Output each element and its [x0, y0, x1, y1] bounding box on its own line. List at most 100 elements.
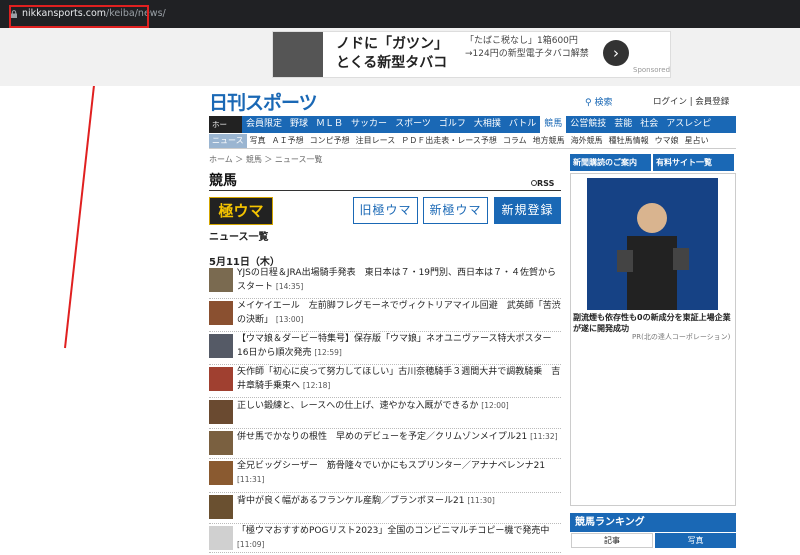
news-item[interactable]: 「極ウマおすすめPOGリスト2023」全国のコンビニマルチコピー機で発売中 [1… [209, 525, 561, 553]
news-headline[interactable]: 全兄ビッグシーザー 筋骨隆々でいかにもスプリンター／アナナベレンナ21 [11:… [237, 460, 561, 487]
news-item[interactable]: 正しい鍛練と、レースへの仕上げ、速やかな入厩ができるか [12:00] [209, 399, 561, 429]
news-thumbnail[interactable] [209, 526, 233, 550]
news-headline[interactable]: 【ウマ娘＆ダービー特集号】保存版「ウマ娘」ネオユニヴァース特大ポスター16日から… [237, 333, 561, 360]
news-item[interactable]: 併せ馬でかなりの根性 早めのデビューを予定／クリムゾンメイプル21 [11:32… [209, 430, 561, 459]
news-headline[interactable]: 「極ウマおすすめPOGリスト2023」全国のコンビニマルチコピー機で発売中 [1… [237, 525, 561, 552]
paid-sites-tab[interactable]: 有料サイト一覧 [653, 154, 734, 171]
news-title[interactable]: 正しい鍛練と、レースへの仕上げ、速やかな入厩ができるか [237, 401, 478, 411]
news-headline[interactable]: 背中が良く幅があるフランケル産駒／ブランボヌール21 [11:30] [237, 494, 561, 508]
news-title[interactable]: 背中が良く幅があるフランケル産駒／ブランボヌール21 [237, 496, 464, 506]
site-logo[interactable]: 日刊スポーツ [209, 88, 318, 115]
news-time: [12:18] [302, 381, 331, 390]
register-button[interactable]: 新規登録 [494, 197, 561, 224]
news-title[interactable]: 矢作師「初心に戻って努力してほしい」古川奈穂騎手３週間大井で調教騎乗 吉井章騎手… [237, 367, 560, 391]
side-tabs: 新聞購読のご案内 有料サイト一覧 [570, 154, 736, 171]
old-gokuuma-button[interactable]: 旧極ウマ [353, 197, 418, 224]
ad-subtitle[interactable]: 「たばこ税なし」1箱600円→124円の新型電子タバコ解禁 [465, 35, 595, 61]
news-time: [11:30] [467, 496, 495, 505]
nav-item[interactable]: 芸能 [610, 116, 636, 133]
news-item[interactable]: メイケイエール 左前脚フレグモーネでヴィクトリアマイル回避 武英師「苦渋の決断」… [209, 300, 561, 332]
nav-item[interactable]: サッカー [347, 116, 391, 133]
news-thumbnail[interactable] [209, 431, 233, 455]
nav-item[interactable]: アスレシピ [662, 116, 715, 133]
news-time: [13:00] [275, 315, 304, 324]
news-time: [11:09] [237, 540, 265, 549]
sponsored-label: Sponsored [633, 66, 671, 74]
news-headline[interactable]: 矢作師「初心に戻って努力してほしい」古川奈穂騎手３週間大井で調教騎乗 吉井章騎手… [237, 366, 561, 393]
login-link[interactable]: ログイン | 会員登録 [653, 95, 729, 107]
subnav-item[interactable]: 種牡馬情報 [606, 134, 652, 148]
news-thumbnail[interactable] [209, 268, 233, 292]
news-time: [11:32] [530, 432, 558, 441]
search-link[interactable]: ⚲ 検索 [585, 95, 612, 108]
news-title[interactable]: 全兄ビッグシーザー 筋骨隆々でいかにもスプリンター／アナナベレンナ21 [237, 461, 545, 471]
side-ad-image[interactable] [587, 178, 718, 310]
news-thumbnail[interactable] [209, 367, 233, 391]
new-gokuuma-button[interactable]: 新極ウマ [423, 197, 488, 224]
sub-nav: ニュース 写真 ＡＩ予想 コンピ予想 注目レース ＰＤＦ出走表・レース予想 コラム 地方競馬海… [209, 134, 736, 149]
title-divider [209, 190, 561, 191]
subnav-item[interactable]: 注目レース [353, 134, 399, 148]
url-highlight-box [9, 5, 149, 28]
search-label: 検索 [594, 98, 613, 108]
news-title[interactable]: 併せ馬でかなりの根性 早めのデビューを予定／クリムゾンメイプル21 [237, 432, 527, 442]
news-time: [12:59] [314, 348, 342, 357]
side-ad-caption[interactable]: 副流煙も依存性も0の新成分を東証上場企業が遂に開発成功 [573, 312, 733, 334]
nav-item[interactable]: スポーツ [391, 116, 435, 133]
news-time: [14:35] [275, 282, 304, 291]
rss-link[interactable]: RSS [537, 179, 554, 188]
news-thumbnail[interactable] [209, 495, 233, 519]
news-headline[interactable]: YJSの日程＆JRA出場騎手発表 東日本は７・19門別、西日本は７・４佐賀からス… [237, 267, 561, 294]
news-title[interactable]: 【ウマ娘＆ダービー特集号】保存版「ウマ娘」ネオユニヴァース特大ポスター16日から… [237, 334, 552, 358]
nav-item[interactable]: ホー [209, 116, 242, 133]
ad-arrow-button[interactable]: › [603, 40, 629, 66]
news-thumbnail[interactable] [209, 461, 233, 485]
main-nav: ホー 会員限定 野球 ＭＬＢ サッカー スポーツ ゴルフ 大相撲 バトル 競馬 公営競技 芸能 社会 アス… [209, 116, 736, 133]
news-headline[interactable]: 併せ馬でかなりの根性 早めのデビューを予定／クリムゾンメイプル21 [11:32… [237, 430, 561, 444]
list-title: ニュース一覧 [209, 232, 269, 243]
news-item[interactable]: YJSの日程＆JRA出場騎手発表 東日本は７・19門別、西日本は７・４佐賀からス… [209, 267, 561, 299]
subnav-item[interactable]: ニュース [209, 134, 247, 148]
subnav-item[interactable]: 写真 [247, 134, 269, 148]
nav-item[interactable]: 会員限定 [242, 116, 286, 133]
subnav-item[interactable]: コラム [500, 134, 530, 148]
subnav-item[interactable]: 海外競馬 [568, 134, 606, 148]
date-heading: 5月11日（木） [209, 257, 280, 268]
news-item[interactable]: 全兄ビッグシーザー 筋骨隆々でいかにもスプリンター／アナナベレンナ21 [11:… [209, 460, 561, 493]
news-item[interactable]: 背中が良く幅があるフランケル産駒／ブランボヌール21 [11:30] [209, 494, 561, 524]
news-headline[interactable]: メイケイエール 左前脚フレグモーネでヴィクトリアマイル回避 武英師「苦渋の決断」… [237, 300, 561, 327]
subnav-item[interactable]: 地方競馬 [530, 134, 568, 148]
news-thumbnail[interactable] [209, 334, 233, 358]
breadcrumb[interactable]: ホーム ＞ 競馬 ＞ ニュース一覧 [209, 154, 323, 165]
news-headline[interactable]: 正しい鍛練と、レースへの仕上げ、速やかな入厩ができるか [12:00] [237, 399, 561, 413]
nav-item[interactable]: 公営競技 [566, 116, 610, 133]
subnav-item[interactable]: ＡＩ予想 [269, 134, 307, 148]
nav-item[interactable]: バトル [505, 116, 540, 133]
ranking-header: 競馬ランキング [570, 513, 736, 532]
nav-item[interactable]: 社会 [636, 116, 662, 133]
nav-item[interactable]: ＭＬＢ [312, 116, 347, 133]
ranking-tab-photos[interactable]: 写真 [655, 533, 736, 548]
news-title[interactable]: 「極ウマおすすめPOGリスト2023」全国のコンビニマルチコピー機で発売中 [237, 526, 549, 536]
news-thumbnail[interactable] [209, 400, 233, 424]
nav-item[interactable]: 競馬 [540, 116, 567, 133]
ranking-tab-articles[interactable]: 記事 [571, 533, 653, 548]
gokuuma-logo[interactable]: 極ウマ [209, 197, 273, 225]
subnav-item[interactable]: ＰＤＦ出走表・レース予想 [398, 134, 500, 148]
subnav-item[interactable]: コンピ予想 [307, 134, 353, 148]
news-item[interactable]: 矢作師「初心に戻って努力してほしい」古川奈穂騎手３週間大井で調教騎乗 吉井章騎手… [209, 366, 561, 398]
page-title: 競馬 [209, 173, 237, 189]
news-item[interactable]: 【ウマ娘＆ダービー特集号】保存版「ウマ娘」ネオユニヴァース特大ポスター16日から… [209, 333, 561, 365]
nav-item[interactable]: ゴルフ [435, 116, 470, 133]
news-thumbnail[interactable] [209, 301, 233, 325]
ad-title[interactable]: ノドに「ガツン」とくる新型タバコ [336, 35, 456, 73]
subscription-tab[interactable]: 新聞購読のご案内 [570, 154, 651, 171]
side-ad-pr: PR(北の達人コーポレーション) [632, 333, 731, 341]
nav-item[interactable]: 大相撲 [470, 116, 505, 133]
news-time: [11:31] [237, 475, 265, 484]
nav-item[interactable]: 野球 [286, 116, 312, 133]
news-time: [12:00] [481, 401, 509, 410]
subnav-item[interactable]: ウマ娘 [652, 134, 682, 148]
ad-image[interactable] [273, 32, 323, 77]
subnav-item[interactable]: 星占い [682, 134, 712, 148]
